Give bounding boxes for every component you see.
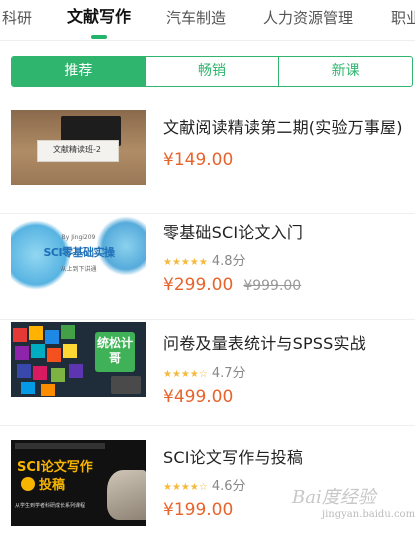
tab-literature-writing[interactable]: 文献写作 <box>67 7 131 27</box>
course-card[interactable]: 统松计哥 问卷及量表统计与SPSS实战 ★★★★☆ 4.7分 ¥499.00 <box>0 316 415 426</box>
category-tabs: 科研 文献写作 汽车制造 人力资源管理 职业 <box>0 0 415 41</box>
course-price: ¥149.00 <box>163 150 234 170</box>
original-price: ¥999.00 <box>243 278 302 294</box>
course-rating: ★★★★☆ 4.7分 <box>163 366 246 381</box>
course-title: 文献阅读精读第二期(实验万事屋) <box>163 118 403 137</box>
course-price: ¥199.00 <box>163 500 234 520</box>
course-title: 零基础SCI论文入门 <box>163 223 304 242</box>
rating-stars-icon: ★★★★☆ <box>163 369 208 380</box>
segment-new[interactable]: 新课 <box>278 57 412 86</box>
tab-research[interactable]: 科研 <box>2 8 32 28</box>
segment-recommended[interactable]: 推荐 <box>12 57 145 86</box>
active-tab-indicator <box>91 35 107 39</box>
course-title: SCI论文写作与投稿 <box>163 448 304 467</box>
sort-segmented-control: 推荐 畅销 新课 <box>11 56 413 87</box>
tab-career[interactable]: 职业 <box>391 8 415 28</box>
course-rating: ★★★★☆ 4.6分 <box>163 479 246 494</box>
course-thumbnail: 文献精读班-2 <box>11 110 146 185</box>
segment-bestselling[interactable]: 畅销 <box>144 57 279 86</box>
tab-hr-management[interactable]: 人力资源管理 <box>263 8 353 28</box>
course-card[interactable]: 文献精读班-2 文献阅读精读第二期(实验万事屋) ¥149.00 <box>0 104 415 214</box>
watermark: Bai度经验 jingyan.baidu.com <box>292 487 415 520</box>
course-thumbnail: 统松计哥 <box>11 322 146 397</box>
rating-stars-icon: ★★★★★ <box>163 257 208 268</box>
course-card[interactable]: By Jingi209 SCI零基础实操 从上到下讲通 零基础SCI论文入门 ★… <box>0 210 415 320</box>
course-thumbnail: SCI论文写作 投稿 从学生到学者科研成长系列课程 <box>11 440 146 526</box>
course-price: ¥499.00 <box>163 387 234 407</box>
rating-stars-icon: ★★★★☆ <box>163 482 208 493</box>
course-price: ¥299.00 ¥999.00 <box>163 275 302 295</box>
course-rating: ★★★★★ 4.8分 <box>163 254 246 269</box>
course-title: 问卷及量表统计与SPSS实战 <box>163 334 366 353</box>
tab-auto-manufacturing[interactable]: 汽车制造 <box>166 8 226 28</box>
course-thumbnail: By Jingi209 SCI零基础实操 从上到下讲通 <box>11 216 146 291</box>
